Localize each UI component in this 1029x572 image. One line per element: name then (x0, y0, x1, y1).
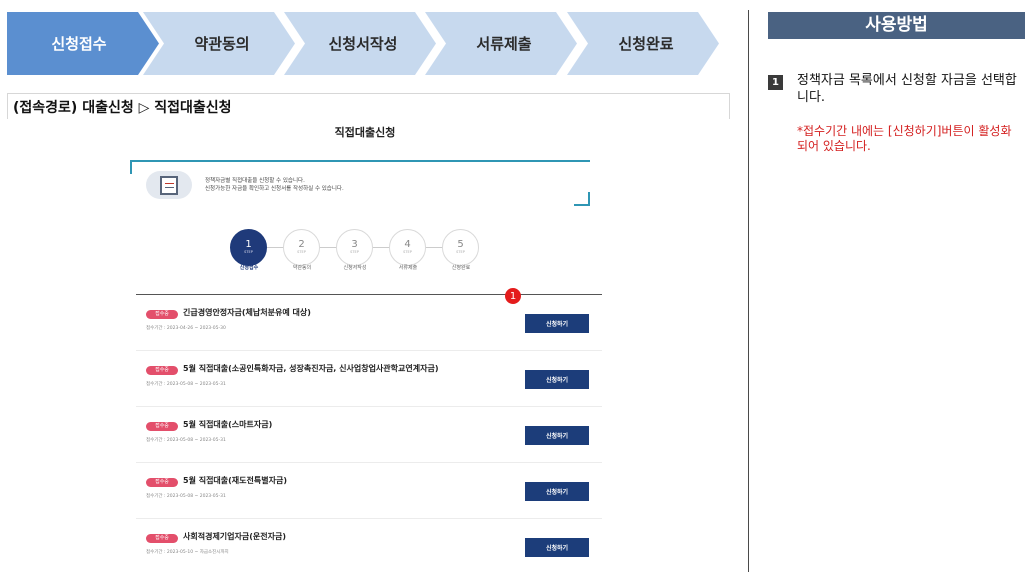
step-word: STEP (456, 250, 465, 254)
step-number: 5 (457, 239, 464, 250)
step-write: 신청서작성 (284, 12, 436, 75)
step-circle-5: 5 STEP (442, 229, 479, 266)
info-line: 신청가능한 자금을 확인하고 신청서를 작성하실 수 있습니다. (205, 186, 344, 192)
step-submit-docs: 서류제출 (425, 12, 577, 75)
step-number: 2 (298, 239, 305, 250)
step-connector (267, 247, 283, 248)
info-box-corner (574, 192, 590, 206)
step-connector (426, 247, 442, 248)
fund-title: 5월 직접대출(스마트자금) (183, 420, 273, 429)
step-word: STEP (244, 250, 253, 254)
info-line: 정책자금별 직접대출을 신청할 수 있습니다. (205, 178, 305, 184)
step-number: 1 (245, 239, 252, 250)
list-item: 접수중 사회적경제기업자금(운전자금) 접수기간 : 2023-05-10 ~ … (136, 519, 602, 572)
step-indicator: 1 STEP 2 STEP 3 STEP 4 STEP 5 STEP (215, 229, 485, 279)
fund-period: 접수기간 : 2023-04-26 ~ 2023-05-30 (146, 326, 226, 331)
document-icon (146, 171, 192, 199)
step-number-box: 1 (768, 75, 783, 90)
step-caption: 서류제출 (398, 265, 418, 271)
step-circle-3: 3 STEP (336, 229, 373, 266)
apply-button[interactable]: 신청하기 (525, 314, 589, 333)
info-text: 정책자금별 직접대출을 신청할 수 있습니다. 신청가능한 자금을 확인하고 신… (205, 177, 344, 193)
status-badge: 접수중 (146, 310, 178, 319)
fund-title: 5월 직접대출(소공인특화자금, 성장촉진자금, 신사업창업사관학교연계자금) (183, 364, 439, 373)
step-label: 약관동의 (194, 35, 250, 53)
apply-button[interactable]: 신청하기 (525, 370, 589, 389)
step-label: 신청접수 (51, 35, 107, 53)
step-label: 신청서작성 (328, 35, 398, 53)
list-item: 접수중 5월 직접대출(재도전특별자금) 접수기간 : 2023-05-08 ~… (136, 463, 602, 519)
step-caption: 신청완료 (451, 265, 471, 271)
embedded-screenshot: 직접대출신청 정책자금별 직접대출을 신청할 수 있습니다. 신청가능한 자금을… (127, 119, 603, 572)
step-word: STEP (350, 250, 359, 254)
instruction-text: 정책자금 목록에서 신청할 자금을 선택합니다. (797, 73, 1017, 105)
apply-button[interactable]: 신청하기 (525, 538, 589, 557)
fund-list: 접수중 긴급경영안정자금(체납처분유예 대상) 접수기간 : 2023-04-2… (136, 295, 602, 572)
step-apply: 신청접수 (7, 12, 159, 75)
panel-header: 사용방법 (768, 12, 1025, 39)
step-caption: 약관동의 (292, 265, 312, 271)
step-complete: 신청완료 (567, 12, 719, 75)
info-box-border (130, 160, 590, 174)
info-box: 정책자금별 직접대출을 신청할 수 있습니다. 신청가능한 자금을 확인하고 신… (130, 160, 590, 206)
fund-title: 긴급경영안정자금(체납처분유예 대상) (183, 308, 311, 317)
step-word: STEP (297, 250, 306, 254)
page-title: 직접대출신청 (334, 126, 396, 139)
apply-button[interactable]: 신청하기 (525, 426, 589, 445)
step-circle-1: 1 STEP (230, 229, 267, 266)
step-circle-2: 2 STEP (283, 229, 320, 266)
step-connector (320, 247, 336, 248)
list-item: 접수중 긴급경영안정자금(체납처분유예 대상) 접수기간 : 2023-04-2… (136, 295, 602, 351)
step-caption: 신청접수 (239, 265, 259, 271)
status-badge: 접수중 (146, 422, 178, 431)
step-terms: 약관동의 (143, 12, 295, 75)
step-word: STEP (403, 250, 412, 254)
step-circle-4: 4 STEP (389, 229, 426, 266)
step-connector (373, 247, 389, 248)
step-caption: 신청서작성 (343, 265, 367, 271)
step-number: 3 (351, 239, 358, 250)
status-badge: 접수중 (146, 478, 178, 487)
step-number: 4 (404, 239, 411, 250)
apply-button[interactable]: 신청하기 (525, 482, 589, 501)
fund-period: 접수기간 : 2023-05-08 ~ 2023-05-31 (146, 494, 226, 499)
fund-period: 접수기간 : 2023-05-08 ~ 2023-05-31 (146, 382, 226, 387)
note-text: *접수기간 내에는 [신청하기]버튼이 활성화 되어 있습니다. (797, 124, 1012, 153)
step-label: 신청완료 (618, 35, 674, 53)
step-label: 서류제출 (476, 35, 532, 53)
fund-period: 접수기간 : 2023-05-10 ~ 자금소진시까지 (146, 550, 229, 555)
vertical-divider (748, 10, 749, 572)
status-badge: 접수중 (146, 366, 178, 375)
fund-period: 접수기간 : 2023-05-08 ~ 2023-05-31 (146, 438, 226, 443)
list-item: 접수중 5월 직접대출(소공인특화자금, 성장촉진자금, 신사업창업사관학교연계… (136, 351, 602, 407)
fund-title: 사회적경제기업자금(운전자금) (183, 532, 286, 541)
list-item: 접수중 5월 직접대출(스마트자금) 접수기간 : 2023-05-08 ~ 2… (136, 407, 602, 463)
process-steps: 신청접수 약관동의 신청서작성 서류제출 신청완료 (7, 12, 719, 75)
fund-title: 5월 직접대출(재도전특별자금) (183, 476, 287, 485)
access-path: (접속경로) 대출신청 ▷ 직접대출신청 (7, 93, 730, 119)
status-badge: 접수중 (146, 534, 178, 543)
